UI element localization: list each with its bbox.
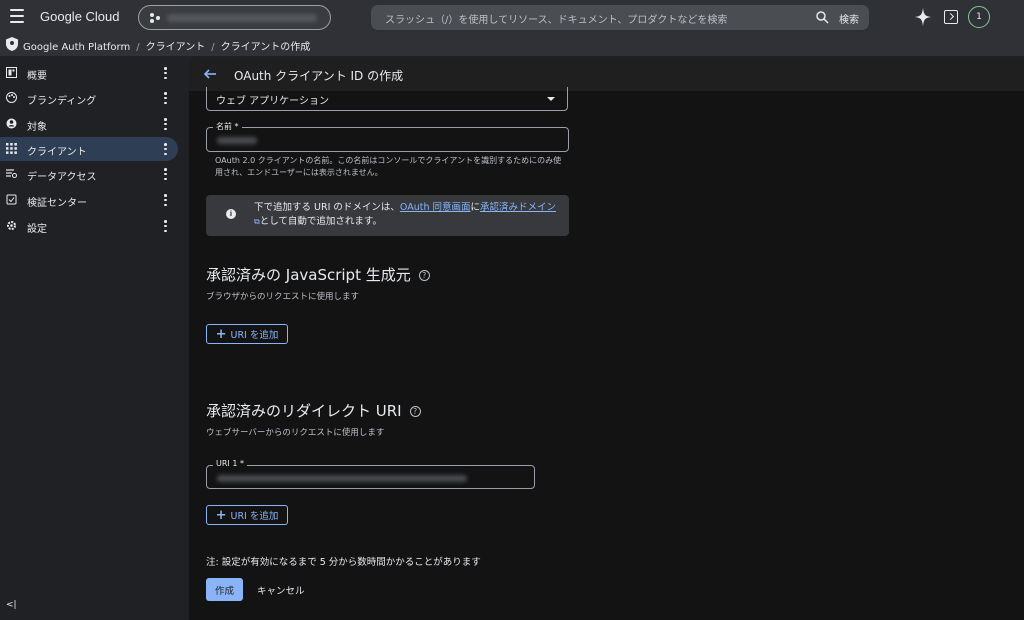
kebab-menu-icon[interactable] [164,67,167,79]
sidebar-item-clients[interactable]: クライアント [0,137,178,161]
search-button[interactable]: 検索 [839,11,859,26]
cloud-shell-icon[interactable] [944,10,958,24]
project-dots-icon [150,13,160,23]
oauth-consent-screen-link[interactable]: OAuth 同意画面 [400,202,471,213]
js-origins-title-text: 承認済みの JavaScript 生成元 [206,266,411,284]
sidebar-item-label: ブランディング [27,96,97,107]
sidebar-item-label: 対象 [27,122,47,133]
apps-grid-icon [6,143,17,154]
redirect-uri-1-label: URI 1 * [213,459,247,468]
kebab-menu-icon[interactable] [164,194,167,206]
name-helper-text: OAuth 2.0 クライアントの名前。この名前はコンソールでクライアントを識別… [215,156,562,177]
account-avatar[interactable]: 1 [968,6,990,28]
sidebar-item-verification-center[interactable]: 検証センター [0,188,178,212]
main-menu-icon[interactable] [10,9,24,23]
js-origins-title: 承認済みの JavaScript 生成元? [206,264,430,285]
auth-platform-shield-icon [6,37,18,51]
palette-icon [6,92,17,103]
redirect-uri-1-field[interactable]: URI 1 * [206,459,535,489]
redacted-project-name [167,14,317,22]
add-js-origin-uri-button[interactable]: + URI を追加 [206,324,288,344]
gear-icon [7,221,16,230]
main-content: OAuth クライアント ID の作成 ウェブ アプリケーション 名前 * OA… [189,57,1024,620]
gemini-sparkle-icon[interactable] [914,7,932,27]
search-placeholder: スラッシュ（/）を使用してリソース、ドキュメント、プロダクトなどを検索 [385,15,728,26]
info-text-prefix: 下で追加する URI のドメインは、 [254,202,400,213]
sidebar-item-label: クライアント [27,147,87,158]
sidebar: 概要 ブランディング 対象 クライアント データアクセス 検証センター 設定 [0,57,189,620]
redacted-uri-value [217,475,467,482]
cancel-button[interactable]: キャンセル [257,583,305,597]
add-uri-label: URI を追加 [230,330,279,341]
breadcrumb: Google Auth Platform / クライアント / クライアントの作成 [23,38,310,53]
add-redirect-uri-button[interactable]: + URI を追加 [206,505,288,525]
sidebar-item-overview[interactable]: 概要 [0,61,178,85]
plus-icon: + [215,507,227,523]
application-type-select[interactable]: ウェブ アプリケーション [206,87,568,111]
sidebar-item-data-access[interactable]: データアクセス [0,162,178,186]
kebab-menu-icon[interactable] [164,92,167,104]
settings-note: 注: 設定が有効になるまで 5 分から数時間かかることがあります [206,557,481,568]
kebab-menu-icon[interactable] [164,220,167,232]
page-header: OAuth クライアント ID の作成 [189,57,1024,91]
domain-info-banner: i 下で追加する URI のドメインは、OAuth 同意画面に承認済みドメイン⧉… [206,195,569,236]
page-title: OAuth クライアント ID の作成 [234,69,404,83]
breadcrumb-separator: / [211,42,215,53]
js-origins-desc: ブラウザからのリクエストに使用します [206,292,360,302]
name-field[interactable]: 名前 * [206,121,569,152]
authorized-domains-link[interactable]: 承認済みドメイン [480,202,556,213]
sidebar-item-branding[interactable]: ブランディング [0,86,178,110]
kebab-menu-icon[interactable] [164,143,167,155]
help-icon[interactable]: ? [418,270,430,281]
application-type-value: ウェブ アプリケーション [216,96,329,107]
redirect-uris-title: 承認済みのリダイレクト URI? [206,400,421,421]
data-access-icon [6,169,17,178]
collapse-sidebar-button[interactable]: <| [6,600,17,610]
breadcrumb-create-client: クライアントの作成 [220,42,311,53]
dropdown-caret-icon [547,97,555,101]
account-circle-icon [6,118,17,129]
help-icon[interactable]: ? [409,406,421,417]
kebab-menu-icon[interactable] [164,168,167,180]
sidebar-item-label: 概要 [27,71,47,82]
create-button[interactable]: 作成 [206,578,243,601]
search-bar[interactable]: スラッシュ（/）を使用してリソース、ドキュメント、プロダクトなどを検索 検索 [371,5,869,30]
breadcrumb-auth-platform[interactable]: Google Auth Platform [23,42,130,53]
redacted-name-value [217,137,257,144]
dashboard-icon [6,67,17,78]
redirect-uris-title-text: 承認済みのリダイレクト URI [206,402,402,420]
sidebar-item-label: 検証センター [27,198,87,209]
info-text-suffix: として自動で追加されます。 [259,216,382,227]
plus-icon: + [215,326,227,342]
sidebar-item-audience[interactable]: 対象 [0,112,178,136]
info-icon: i [226,209,236,219]
kebab-menu-icon[interactable] [164,118,167,130]
search-icon [816,11,829,24]
breadcrumb-separator: / [136,42,140,53]
name-field-label: 名前 * [213,121,242,132]
info-text-middle: に [470,202,481,213]
google-cloud-logo[interactable]: Google Cloud [40,9,120,24]
project-picker[interactable] [138,5,331,30]
verification-icon [6,194,17,205]
redirect-uris-desc: ウェブサーバーからのリクエストに使用します [206,428,385,438]
info-text: 下で追加する URI のドメインは、OAuth 同意画面に承認済みドメイン⧉とし… [254,201,559,229]
sidebar-item-settings[interactable]: 設定 [0,214,178,238]
sidebar-item-label: 設定 [27,224,47,235]
back-arrow-icon[interactable] [203,67,217,81]
sidebar-item-label: データアクセス [27,172,97,183]
breadcrumb-clients[interactable]: クライアント [146,42,206,53]
add-uri-label: URI を追加 [230,511,279,522]
